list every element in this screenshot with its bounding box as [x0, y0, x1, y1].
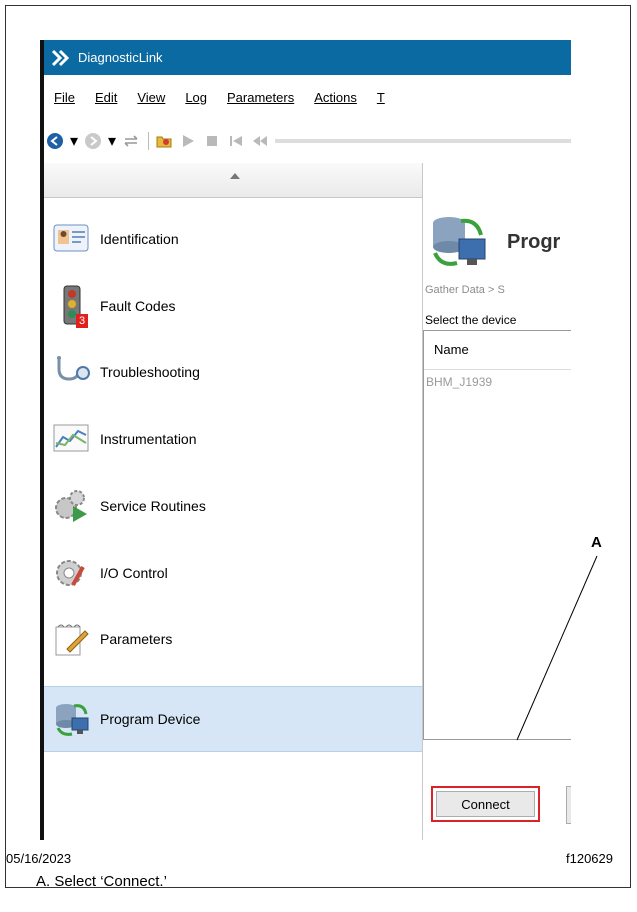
application-window: DiagnosticLink File Edit View Log Parame… [40, 40, 571, 840]
page-title: Progr [507, 231, 561, 253]
sidebar-item-label: Fault Codes [100, 298, 176, 314]
stethoscope-icon [52, 352, 92, 392]
sidebar-item-label: Parameters [100, 631, 173, 647]
figure-caption: A. Select ‘Connect.’ [36, 873, 167, 890]
title-bar: DiagnosticLink [40, 40, 571, 75]
sidebar-item-service-routines[interactable]: Service Routines [40, 473, 422, 539]
chart-icon [52, 419, 92, 459]
play-icon[interactable] [179, 132, 197, 150]
sidebar-item-label: Program Device [100, 711, 201, 727]
connect-button-label: Connect [461, 796, 510, 812]
rewind-icon[interactable] [251, 132, 269, 150]
sidebar: Identification 3 Fault Codes Troubleshoo… [40, 163, 423, 840]
skip-back-icon[interactable] [227, 132, 245, 150]
stop-icon[interactable] [203, 132, 221, 150]
gears-play-icon [52, 486, 92, 526]
fault-codes-icon: 3 [52, 285, 92, 328]
sidebar-item-label: Identification [100, 231, 179, 247]
sidebar-header [40, 163, 422, 198]
instruction-text: Select the device [425, 313, 517, 327]
program-device-header-icon [427, 213, 491, 274]
forward-dropdown-icon[interactable]: ▾ [108, 132, 116, 150]
collapse-up-icon[interactable] [230, 173, 240, 179]
back-dropdown-icon[interactable]: ▾ [70, 132, 78, 150]
menu-parameters[interactable]: Parameters [227, 90, 294, 105]
sidebar-item-label: Instrumentation [100, 431, 197, 447]
toolbar: ▾ ▾ [40, 119, 571, 163]
folder-icon[interactable] [155, 132, 173, 150]
playback-slider[interactable] [275, 139, 571, 143]
sidebar-item-troubleshooting[interactable]: Troubleshooting [40, 339, 422, 405]
menu-bar: File Edit View Log Parameters Actions T [40, 75, 571, 119]
device-list[interactable]: Name BHM_J1939 [423, 330, 571, 740]
identification-icon [52, 219, 92, 259]
next-button-partial[interactable] [566, 786, 571, 824]
notepad-pencil-icon [52, 619, 92, 659]
menu-log[interactable]: Log [185, 90, 207, 105]
menu-tools-partial[interactable]: T [377, 90, 385, 105]
menu-edit[interactable]: Edit [95, 90, 117, 105]
figure-date: 05/16/2023 [6, 851, 72, 866]
program-device-icon [52, 699, 92, 739]
gears-tool-icon [52, 553, 92, 593]
back-icon[interactable] [46, 132, 64, 150]
window-left-border [40, 40, 44, 840]
sidebar-item-instrumentation[interactable]: Instrumentation [40, 406, 422, 472]
forward-icon[interactable] [84, 132, 102, 150]
list-item[interactable]: BHM_J1939 [424, 370, 571, 394]
toolbar-separator [148, 132, 149, 150]
column-header-name[interactable]: Name [424, 331, 571, 370]
sidebar-item-fault-codes[interactable]: 3 Fault Codes [40, 273, 422, 339]
menu-view[interactable]: View [137, 90, 165, 105]
menu-actions[interactable]: Actions [314, 90, 357, 105]
callout-label: A [591, 534, 602, 551]
sidebar-item-program-device[interactable]: Program Device [40, 686, 422, 752]
sidebar-item-label: Troubleshooting [100, 364, 200, 380]
main-panel: Progr Gather Data > S Select the device … [423, 163, 571, 840]
diagnosticlink-logo-icon [51, 49, 70, 66]
transfer-icon[interactable] [122, 132, 140, 150]
menu-file[interactable]: File [54, 90, 75, 105]
sidebar-item-label: I/O Control [100, 565, 168, 581]
sidebar-item-parameters[interactable]: Parameters [40, 606, 422, 672]
breadcrumb: Gather Data > S [425, 284, 505, 296]
fault-count-badge: 3 [76, 314, 88, 328]
sidebar-item-identification[interactable]: Identification [40, 206, 422, 272]
figure-id: f120629 [566, 851, 613, 866]
sidebar-item-io-control[interactable]: I/O Control [40, 540, 422, 606]
window-title: DiagnosticLink [78, 50, 163, 65]
connect-button[interactable]: Connect [431, 786, 540, 822]
sidebar-item-label: Service Routines [100, 498, 206, 514]
